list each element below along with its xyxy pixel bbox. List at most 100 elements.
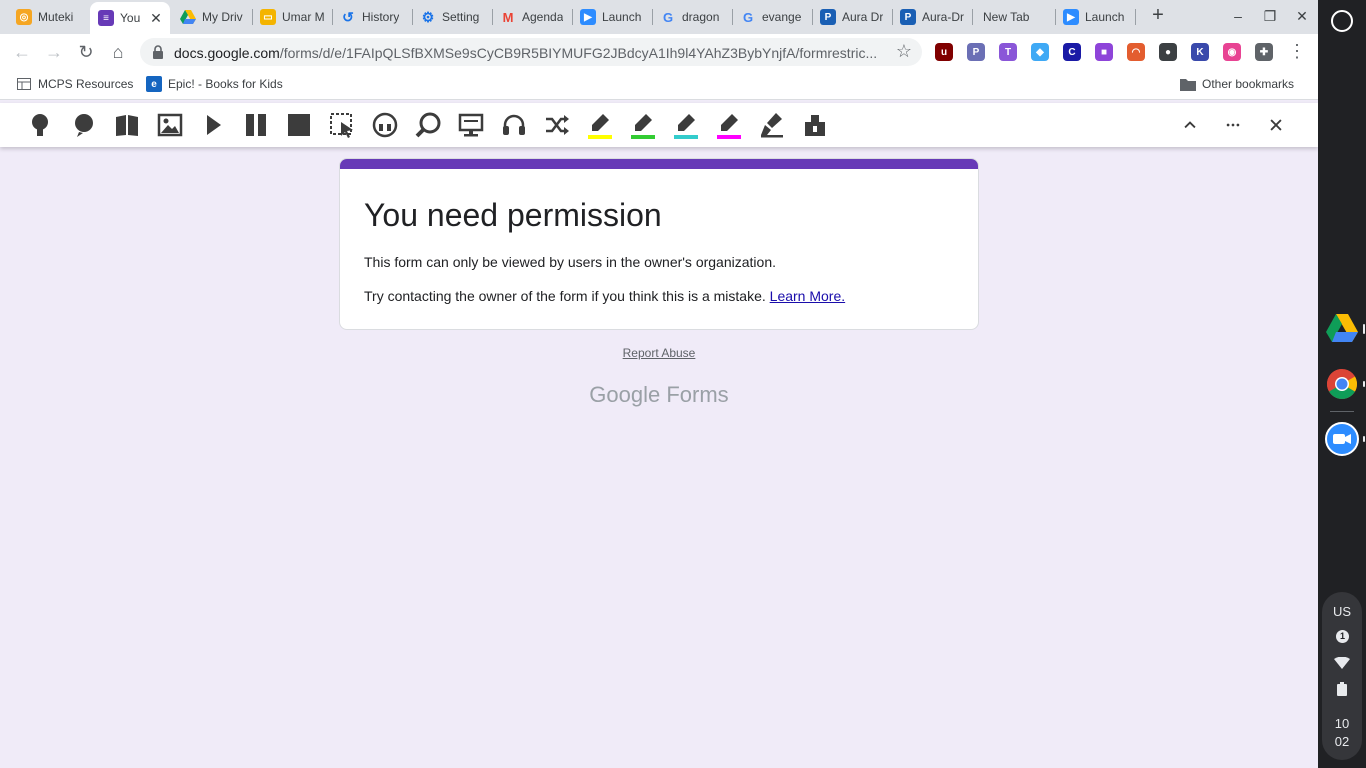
tab-strip: ◎ Muteki ≡ You ✕ My Driv ▭ Umar M ↺ Hist… — [0, 0, 1318, 34]
picture-dictionary-icon[interactable] — [156, 111, 184, 139]
color-picker-icon[interactable]: ◉ — [1223, 43, 1241, 61]
learn-more-link[interactable]: Learn More. — [770, 288, 845, 304]
google-forms-icon: ≡ — [98, 10, 114, 26]
app-indicator — [1363, 436, 1365, 442]
status-tray[interactable]: US 1 10 02 — [1322, 592, 1362, 760]
clear-highlights-icon[interactable] — [758, 111, 786, 139]
pause-icon[interactable] — [242, 111, 270, 139]
close-toolbar-icon[interactable] — [1262, 111, 1290, 139]
zoom-icon: ▶ — [1063, 9, 1079, 25]
clock-minute: 02 — [1334, 734, 1350, 749]
report-abuse-row: Report Abuse — [0, 346, 1318, 360]
screen-mask-icon[interactable] — [414, 111, 442, 139]
highlight-color-pink — [717, 135, 741, 139]
zoom-app-icon[interactable] — [1325, 422, 1359, 456]
tab-launch-2[interactable]: ▶ Launch — [1055, 4, 1135, 30]
star-icon[interactable]: ☆ — [896, 41, 912, 62]
collect-highlights-icon[interactable] — [801, 111, 829, 139]
window-close-button[interactable]: ✕ — [1290, 6, 1314, 26]
tab-umar[interactable]: ▭ Umar M — [252, 4, 332, 30]
gmail-icon: M — [502, 9, 514, 25]
tab-launch[interactable]: ▶ Launch — [572, 4, 652, 30]
rw-logo-icon[interactable] — [26, 111, 54, 139]
rainbow-icon[interactable]: ◠ — [1127, 43, 1145, 61]
home-button[interactable]: ⌂ — [106, 40, 130, 64]
google-icon: G — [742, 9, 754, 25]
purple-shape-icon[interactable]: ■ — [1095, 43, 1113, 61]
predict-icon[interactable] — [70, 111, 98, 139]
tab-my-drive[interactable]: My Driv — [172, 4, 252, 30]
url-text[interactable]: docs.google.com/forms/d/e/1FAIpQLSfBXMSe… — [174, 45, 886, 61]
chrome-menu-icon[interactable]: ⋮ — [1288, 40, 1306, 64]
restore-button[interactable]: ❐ — [1258, 6, 1282, 26]
reload-button[interactable]: ↻ — [74, 40, 98, 64]
report-abuse-link[interactable]: Report Abuse — [623, 346, 696, 360]
folder-icon — [1180, 76, 1196, 92]
audio-maker-icon[interactable] — [371, 111, 399, 139]
page-title: You need permission — [364, 197, 662, 233]
permission-card: You need permission This form can only b… — [339, 158, 979, 330]
google-forms-logo: Google Forms — [589, 382, 729, 407]
google-icon: G — [662, 9, 674, 25]
bookmark-mcps-resources[interactable]: MCPS Resources — [16, 76, 133, 92]
address-bar[interactable]: docs.google.com/forms/d/e/1FAIpQLSfBXMSe… — [140, 38, 922, 66]
tab-separator — [1135, 9, 1136, 25]
tab-aura-dr-2[interactable]: P Aura-Dr — [892, 4, 972, 30]
launcher-button[interactable] — [1331, 10, 1353, 32]
collapse-toolbar-icon[interactable] — [1176, 111, 1204, 139]
practice-reading-icon[interactable] — [457, 111, 485, 139]
tab-close-icon[interactable]: ✕ — [148, 10, 164, 27]
pdf-icon[interactable]: P — [967, 43, 985, 61]
zoom-icon: ▶ — [580, 9, 596, 25]
puzzle-icon[interactable]: ✚ — [1255, 43, 1273, 61]
url-host: docs.google.com — [174, 45, 280, 61]
minimize-button[interactable]: – — [1226, 6, 1250, 26]
forward-button[interactable]: → — [42, 40, 66, 64]
google-drive-icon — [180, 9, 196, 25]
tab-evange[interactable]: G evange — [732, 4, 812, 30]
tw-icon[interactable]: T — [999, 43, 1017, 61]
contact-owner-text: Try contacting the owner of the form if … — [364, 288, 766, 304]
new-tab-button[interactable]: + — [1148, 5, 1168, 26]
tab-settings[interactable]: ⚙ Setting — [412, 4, 492, 30]
notification-count-badge: 1 — [1336, 630, 1349, 643]
tab-aura-dr[interactable]: P Aura Dr — [812, 4, 892, 30]
highlighter-pink-icon[interactable] — [715, 111, 743, 139]
tab-agenda[interactable]: M Agenda — [492, 4, 572, 30]
highlighter-yellow-icon[interactable] — [586, 111, 614, 139]
ninja-icon[interactable]: ● — [1159, 43, 1177, 61]
chromeos-shelf: US 1 10 02 — [1318, 0, 1366, 768]
contact-owner-message: Try contacting the owner of the form if … — [364, 288, 845, 304]
k-icon[interactable]: K — [1191, 43, 1209, 61]
tab-dragon[interactable]: G dragon — [652, 4, 732, 30]
tab-new-tab[interactable]: New Tab — [975, 4, 1055, 30]
aura-icon: P — [820, 9, 836, 25]
chrome-app-icon[interactable] — [1325, 367, 1359, 401]
form-accent-bar — [340, 159, 978, 169]
highlighter-green-icon[interactable] — [629, 111, 657, 139]
back-button[interactable]: ← — [10, 40, 34, 64]
highlighter-cyan-icon[interactable] — [672, 111, 700, 139]
bookmark-epic[interactable]: e Epic! - Books for Kids — [146, 76, 283, 92]
app-indicator — [1363, 381, 1365, 387]
other-bookmarks[interactable]: Other bookmarks — [1180, 76, 1294, 92]
read-write-toolbar — [0, 103, 1318, 147]
tab-you-need-permission[interactable]: ≡ You ✕ — [90, 2, 170, 34]
wifi-icon — [1334, 656, 1350, 674]
headphones-icon[interactable] — [500, 111, 528, 139]
diamond-icon[interactable]: ◆ — [1031, 43, 1049, 61]
clock-hour: 10 — [1334, 716, 1350, 731]
history-icon: ↺ — [342, 8, 354, 25]
dictionary-icon[interactable] — [113, 111, 141, 139]
tab-muteki[interactable]: ◎ Muteki — [8, 4, 90, 30]
lock-icon — [153, 45, 163, 59]
c-icon[interactable]: C — [1063, 43, 1081, 61]
play-icon[interactable] — [199, 111, 227, 139]
ublock-icon[interactable]: u — [935, 43, 953, 61]
shuffle-icon[interactable] — [543, 111, 571, 139]
more-options-icon[interactable] — [1219, 111, 1247, 139]
google-drive-app-icon[interactable] — [1325, 311, 1359, 345]
screenshot-reader-icon[interactable] — [328, 111, 356, 139]
stop-icon[interactable] — [285, 111, 313, 139]
tab-history[interactable]: ↺ History — [332, 4, 412, 30]
